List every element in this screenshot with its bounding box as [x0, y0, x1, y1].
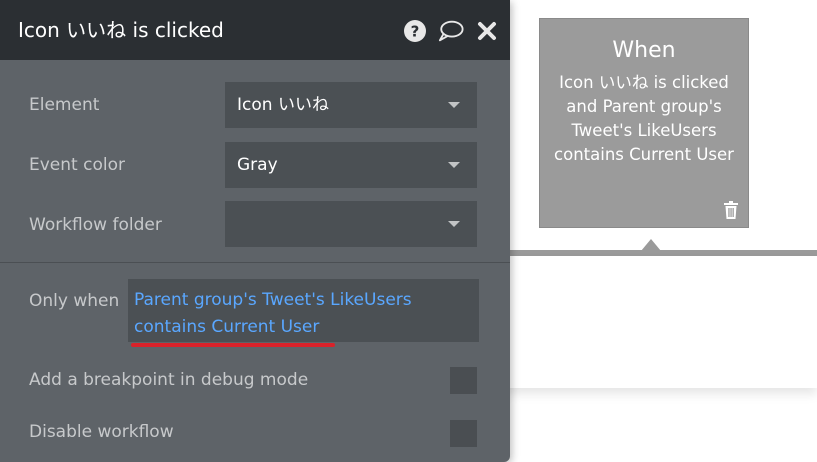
workflow-folder-label: Workflow folder: [29, 215, 162, 235]
only-when-label: Only when: [29, 291, 120, 311]
annotation-underline: [131, 343, 335, 347]
header-icons: ?: [402, 18, 500, 44]
chevron-down-icon: [448, 221, 460, 227]
workflow-folder-dropdown[interactable]: [225, 201, 477, 247]
comment-icon[interactable]: [438, 18, 464, 44]
panel-header: Icon いいね is clicked ?: [0, 0, 510, 60]
disable-workflow-label: Disable workflow: [29, 422, 174, 442]
event-color-dropdown[interactable]: Gray: [225, 142, 477, 188]
element-value: Icon いいね: [237, 95, 329, 115]
event-properties-panel: Icon いいね is clicked ? Element Icon いいね E…: [0, 0, 510, 462]
element-label: Element: [29, 95, 100, 115]
breakpoint-checkbox[interactable]: [450, 367, 477, 394]
breakpoint-label: Add a breakpoint in debug mode: [29, 370, 309, 390]
trash-icon[interactable]: [723, 201, 739, 219]
event-card[interactable]: When Icon いいね is clicked and Parent grou…: [539, 18, 749, 228]
help-icon[interactable]: ?: [402, 18, 428, 44]
only-when-expression-field[interactable]: Parent group's Tweet's LikeUsers contain…: [128, 279, 479, 342]
only-when-expression[interactable]: Parent group's Tweet's LikeUsers contain…: [134, 287, 473, 341]
event-color-label: Event color: [29, 155, 125, 175]
chevron-down-icon: [448, 102, 460, 108]
action-area: [500, 256, 817, 388]
event-card-title: When: [612, 38, 676, 63]
svg-text:?: ?: [411, 23, 420, 41]
chevron-down-icon: [448, 162, 460, 168]
panel-title: Icon いいね is clicked: [18, 18, 224, 42]
event-card-description: Icon いいね is clicked and Parent group's T…: [554, 73, 734, 164]
event-color-value: Gray: [237, 155, 278, 175]
disable-workflow-checkbox[interactable]: [450, 420, 477, 447]
element-dropdown[interactable]: Icon いいね: [225, 82, 477, 128]
section-divider: [0, 262, 510, 263]
close-icon[interactable]: [474, 18, 500, 44]
